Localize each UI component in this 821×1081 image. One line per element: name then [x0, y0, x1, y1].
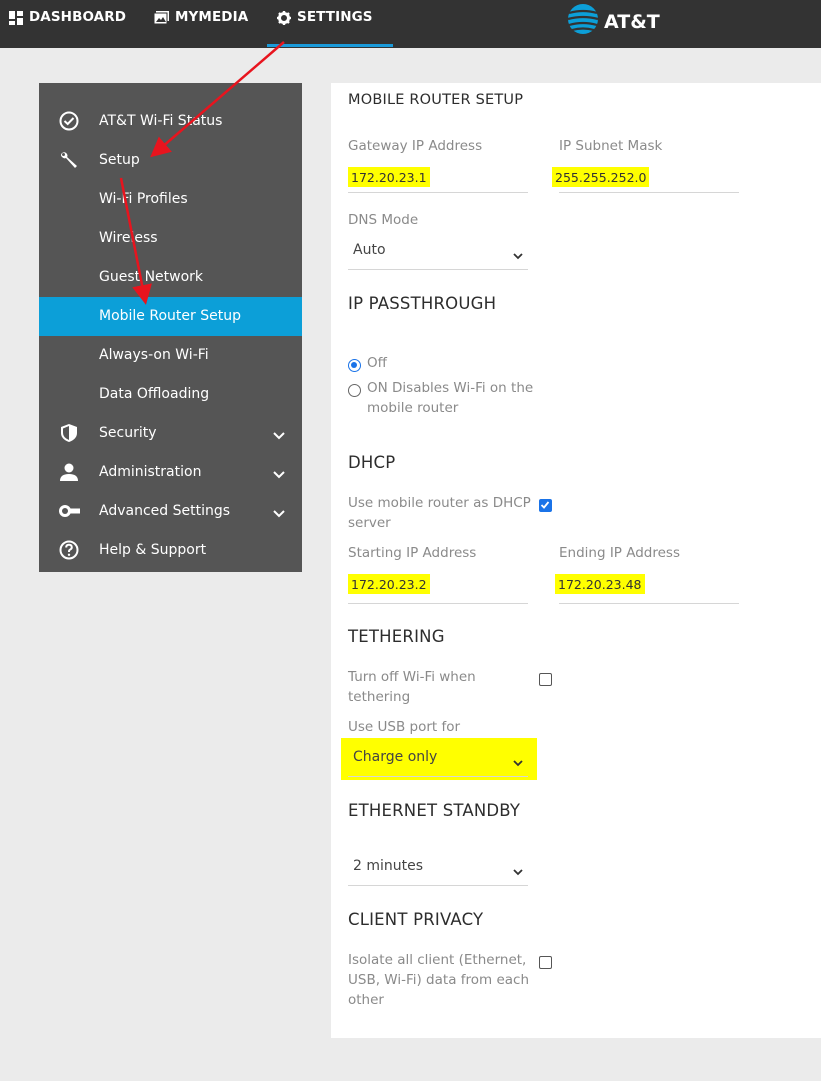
- dhcp-server-line1: Use mobile router as DHCP: [348, 495, 531, 511]
- ending-ip-label: Ending IP Address: [559, 545, 680, 561]
- nav-mymedia-label: MYMEDIA: [175, 9, 249, 25]
- gateway-ip-input[interactable]: 172.20.23.1: [348, 167, 528, 193]
- subnet-mask-value: 255.255.252.0: [552, 167, 650, 187]
- sidebar-item-label: Wireless: [99, 230, 158, 246]
- sidebar-item-label: Security: [99, 425, 157, 441]
- sidebar-item-setup[interactable]: Setup: [39, 141, 302, 180]
- tether-wifi-off-checkbox[interactable]: [539, 673, 552, 686]
- section-title-client-privacy: CLIENT PRIVACY: [348, 910, 484, 929]
- section-title-ip-passthrough: IP PASSTHROUGH: [348, 294, 497, 313]
- media-icon: [154, 11, 169, 24]
- passthrough-on-line2: mobile router: [367, 400, 459, 416]
- sidebar-item-mobile-router-setup[interactable]: Mobile Router Setup: [39, 297, 302, 336]
- wrench-icon: [58, 149, 80, 171]
- subnet-mask-input[interactable]: 255.255.252.0: [552, 167, 739, 193]
- top-navigation-bar: DASHBOARD MYMEDIA SETTINGS AT&T: [0, 0, 821, 48]
- chevron-down-icon: [513, 864, 523, 880]
- section-title-tethering: TETHERING: [348, 627, 445, 646]
- globe-logo-icon: [566, 2, 600, 41]
- starting-ip-value: 172.20.23.2: [348, 574, 430, 594]
- usb-port-label: Use USB port for: [348, 719, 461, 735]
- nav-mymedia[interactable]: MYMEDIA: [154, 0, 248, 48]
- section-title-mobile-router-setup: MOBILE ROUTER SETUP: [348, 92, 524, 108]
- brand-name: AT&T: [604, 10, 660, 33]
- dhcp-server-line2: server: [348, 515, 391, 531]
- dns-mode-label: DNS Mode: [348, 212, 419, 228]
- chevron-down-icon[interactable]: [273, 428, 285, 444]
- shield-icon: [58, 422, 80, 444]
- sidebar-item-wifi-status[interactable]: AT&T Wi-Fi Status: [39, 102, 302, 141]
- tether-wifi-off-line1: Turn off Wi-Fi when: [348, 669, 476, 685]
- ending-ip-input[interactable]: 172.20.23.48: [555, 574, 739, 604]
- usb-port-value: Charge only: [353, 749, 438, 765]
- sidebar-item-label: Mobile Router Setup: [99, 308, 241, 324]
- passthrough-off-radio[interactable]: [348, 359, 361, 372]
- usb-port-select[interactable]: Charge only: [348, 743, 528, 777]
- dns-mode-select[interactable]: Auto: [348, 236, 528, 270]
- tether-wifi-off-label: Turn off Wi-Fi when tethering: [348, 667, 476, 707]
- sidebar-item-administration[interactable]: Administration: [39, 453, 302, 492]
- nav-settings[interactable]: SETTINGS: [277, 0, 373, 48]
- sidebar-item-advanced-settings[interactable]: Advanced Settings: [39, 492, 302, 531]
- sidebar-item-wireless[interactable]: Wireless: [39, 219, 302, 258]
- sidebar-item-label: Wi-Fi Profiles: [99, 191, 188, 207]
- sidebar-item-always-on-wifi[interactable]: Always-on Wi-Fi: [39, 336, 302, 375]
- toggle-icon: [58, 500, 80, 522]
- chevron-down-icon[interactable]: [273, 467, 285, 483]
- tether-wifi-off-line2: tethering: [348, 689, 411, 705]
- client-privacy-label: Isolate all client (Ethernet, USB, Wi-Fi…: [348, 950, 529, 1010]
- sidebar-item-label: Guest Network: [99, 269, 204, 285]
- starting-ip-label: Starting IP Address: [348, 545, 477, 561]
- section-title-ethernet-standby: ETHERNET STANDBY: [348, 801, 521, 820]
- nav-dashboard[interactable]: DASHBOARD: [9, 0, 126, 48]
- sidebar-item-label: Setup: [99, 152, 140, 168]
- subnet-mask-label: IP Subnet Mask: [559, 138, 663, 154]
- settings-sidebar: AT&T Wi-Fi Status Setup Wi-Fi Profiles W…: [39, 83, 302, 572]
- client-privacy-line1: Isolate all client (Ethernet,: [348, 952, 527, 968]
- sidebar-item-guest-network[interactable]: Guest Network: [39, 258, 302, 297]
- gateway-ip-label: Gateway IP Address: [348, 138, 483, 154]
- sidebar-item-label: Data Offloading: [99, 386, 210, 402]
- chevron-down-icon: [513, 755, 523, 771]
- gateway-ip-value: 172.20.23.1: [348, 167, 430, 187]
- att-logo: AT&T: [566, 2, 660, 41]
- chevron-down-icon: [513, 248, 523, 264]
- client-privacy-line3: other: [348, 992, 384, 1008]
- dns-mode-value: Auto: [353, 242, 386, 258]
- dhcp-server-checkbox[interactable]: [539, 499, 552, 512]
- sidebar-item-security[interactable]: Security: [39, 414, 302, 453]
- active-tab-indicator: [267, 44, 393, 47]
- sidebar-item-wifi-profiles[interactable]: Wi-Fi Profiles: [39, 180, 302, 219]
- client-privacy-checkbox[interactable]: [539, 956, 552, 969]
- section-title-dhcp: DHCP: [348, 453, 396, 472]
- help-icon: [58, 539, 80, 561]
- sidebar-item-label: AT&T Wi-Fi Status: [99, 113, 223, 129]
- client-privacy-line2: USB, Wi-Fi) data from each: [348, 972, 530, 988]
- settings-panel: MOBILE ROUTER SETUP Gateway IP Address 1…: [331, 83, 821, 1038]
- sidebar-item-data-offloading[interactable]: Data Offloading: [39, 375, 302, 414]
- nav-dashboard-label: DASHBOARD: [29, 9, 127, 25]
- ethernet-standby-select[interactable]: 2 minutes: [348, 852, 528, 886]
- nav-settings-label: SETTINGS: [297, 9, 373, 25]
- sidebar-item-label: Administration: [99, 464, 202, 480]
- passthrough-off-label: Off: [367, 355, 387, 371]
- dashboard-icon: [9, 11, 23, 25]
- sidebar-item-label: Help & Support: [99, 542, 207, 558]
- dhcp-server-label: Use mobile router as DHCP server: [348, 493, 531, 533]
- sidebar-item-label: Always-on Wi-Fi: [99, 347, 209, 363]
- chevron-down-icon[interactable]: [273, 506, 285, 522]
- passthrough-on-label: ON Disables Wi-Fi on the mobile router: [367, 378, 533, 418]
- sidebar-item-help-support[interactable]: Help & Support: [39, 531, 302, 570]
- gear-icon: [277, 11, 291, 25]
- passthrough-on-radio[interactable]: [348, 384, 361, 397]
- check-circle-icon: [58, 110, 80, 132]
- person-icon: [58, 461, 80, 483]
- passthrough-on-line1: ON Disables Wi-Fi on the: [367, 380, 534, 396]
- starting-ip-input[interactable]: 172.20.23.2: [348, 574, 528, 604]
- sidebar-item-label: Advanced Settings: [99, 503, 231, 519]
- ethernet-standby-value: 2 minutes: [353, 858, 424, 874]
- ending-ip-value: 172.20.23.48: [555, 574, 645, 594]
